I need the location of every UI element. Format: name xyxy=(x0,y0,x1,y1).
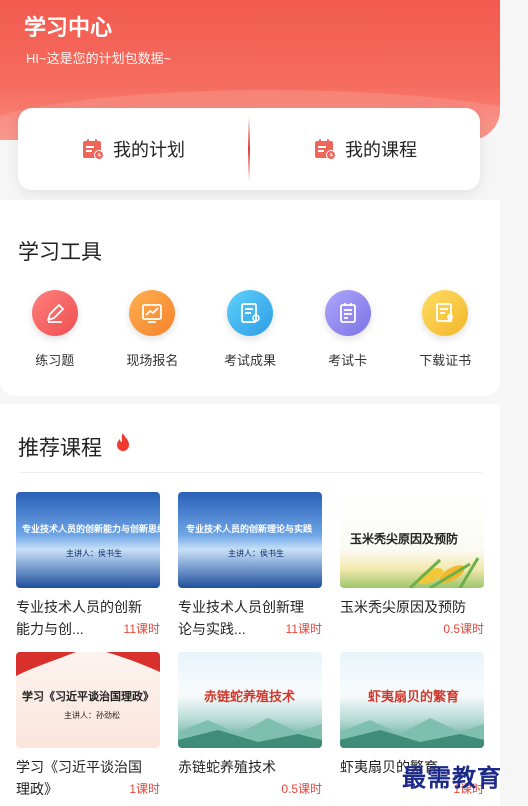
course-title: 专业技术人员的创新 能力与创... 11课时 xyxy=(16,596,160,640)
course-title: 专业技术人员创新理 论与实践... 11课时 xyxy=(178,596,322,640)
tab-my-plan-label: 我的计划 xyxy=(113,140,185,160)
tool-download-certificate-label: 下载证书 xyxy=(419,353,472,368)
course-card[interactable]: 学习《习近平谈治国理政》 主讲人：孙劲松 学习《习近平谈治国 理政》 1课时 xyxy=(16,652,160,800)
corn-illustration xyxy=(408,557,480,588)
course-card[interactable]: 赤链蛇养殖技术 赤链蛇养殖技术 0.5课时 xyxy=(178,652,322,800)
tool-exam-results-label: 考试成果 xyxy=(223,353,276,368)
tool-download-certificate[interactable]: 下载证书 xyxy=(397,290,493,369)
course-title: 玉米秃尖原因及预防 0.5课时 xyxy=(340,596,484,640)
course-thumbnail: 赤链蛇养殖技术 xyxy=(178,652,322,748)
watermark-logo: 最需教育 xyxy=(402,765,502,792)
course-title-line1: 赤链蛇养殖技术 xyxy=(178,759,276,775)
tool-exam-card-label: 考试卡 xyxy=(328,353,368,368)
calendar-icon xyxy=(313,137,337,161)
course-title-line2: 论与实践... xyxy=(178,621,246,637)
course-card[interactable]: 玉米秃尖原因及预防 玉米秃尖原因及预防 0.5课时 xyxy=(340,492,484,640)
tab-my-plan[interactable]: 我的计划 xyxy=(18,108,248,190)
tool-exam-card[interactable]: 考试卡 xyxy=(300,290,396,369)
course-hours: 0.5课时 xyxy=(281,782,322,796)
course-card[interactable]: 专业技术人员的创新能力与创新思维 主讲人：侯书生 专业技术人员的创新 能力与创.… xyxy=(16,492,160,640)
recommended-courses-section: 推荐课程 专业技术人员的创新能力与创新思维 主讲人：侯书生 专业技术人员的创新 … xyxy=(0,404,500,806)
study-tools-section: 学习工具 练习题 现场报名 考试成果 考试卡 下载证书 xyxy=(0,200,500,396)
tool-onsite-registration-label: 现场报名 xyxy=(126,353,179,368)
course-thumbnail: 玉米秃尖原因及预防 xyxy=(340,492,484,588)
course-title: 赤链蛇养殖技术 0.5课时 xyxy=(178,756,322,800)
document-icon xyxy=(226,290,273,336)
chart-icon xyxy=(129,290,176,336)
thumbnail-title: 玉米秃尖原因及预防 xyxy=(350,532,459,546)
course-title-line2: 能力与创... xyxy=(16,621,84,637)
study-tools-title: 学习工具 xyxy=(18,241,102,264)
course-hours: 11课时 xyxy=(123,622,160,636)
thumbnail-title: 专业技术人员的创新理论与实践 xyxy=(186,524,313,534)
course-hours: 1课时 xyxy=(129,782,160,796)
thumbnail-speaker: 主讲人：侯书生 xyxy=(228,549,284,558)
tab-my-courses[interactable]: 我的课程 xyxy=(250,108,480,190)
tab-my-courses-label: 我的课程 xyxy=(345,140,417,160)
plan-course-card: 我的计划 我的课程 xyxy=(18,108,480,190)
course-title-line2: 理政》 xyxy=(16,781,58,797)
page-title: 学习中心 xyxy=(24,15,113,40)
pencil-icon xyxy=(31,290,78,336)
course-title-line1: 玉米秃尖原因及预防 xyxy=(340,599,466,615)
tool-onsite-registration[interactable]: 现场报名 xyxy=(104,290,200,369)
fire-icon xyxy=(116,432,130,457)
thumbnail-title: 赤链蛇养殖技术 xyxy=(204,689,296,704)
section-divider xyxy=(18,472,482,473)
course-thumbnail: 虾夷扇贝的繁育 xyxy=(340,652,484,748)
course-title-line1: 学习《习近平谈治国 xyxy=(16,759,142,775)
certificate-icon xyxy=(422,290,469,336)
course-thumbnail: 学习《习近平谈治国理政》 主讲人：孙劲松 xyxy=(16,652,160,748)
mountain-illustration xyxy=(340,718,484,748)
recommended-courses-title: 推荐课程 xyxy=(18,437,102,460)
red-ribbon-decoration xyxy=(16,652,160,676)
thumbnail-speaker: 主讲人：侯书生 xyxy=(66,549,122,558)
course-hours: 0.5课时 xyxy=(443,622,484,636)
course-hours: 11课时 xyxy=(285,622,322,636)
thumbnail-title: 虾夷扇贝的繁育 xyxy=(368,689,460,704)
study-tools-grid: 练习题 现场报名 考试成果 考试卡 下载证书 xyxy=(0,290,500,369)
tool-exam-results[interactable]: 考试成果 xyxy=(202,290,298,369)
course-card[interactable]: 专业技术人员的创新理论与实践 主讲人：侯书生 专业技术人员创新理 论与实践...… xyxy=(178,492,322,640)
course-title-line1: 专业技术人员创新理 xyxy=(178,599,304,615)
thumbnail-title: 专业技术人员的创新能力与创新思维 xyxy=(22,524,160,534)
tool-practice[interactable]: 练习题 xyxy=(7,290,103,369)
thumbnail-title: 学习《习近平谈治国理政》 xyxy=(22,691,154,703)
calendar-icon xyxy=(81,137,105,161)
card-icon xyxy=(324,290,371,336)
course-title: 学习《习近平谈治国 理政》 1课时 xyxy=(16,756,160,800)
course-thumbnail: 专业技术人员的创新能力与创新思维 主讲人：侯书生 xyxy=(16,492,160,588)
thumbnail-speaker: 主讲人：孙劲松 xyxy=(64,711,120,720)
tool-practice-label: 练习题 xyxy=(35,353,75,368)
course-thumbnail: 专业技术人员的创新理论与实践 主讲人：侯书生 xyxy=(178,492,322,588)
course-title-line1: 专业技术人员的创新 xyxy=(16,599,142,615)
page-subtitle: HI~这是您的计划包数据~ xyxy=(26,51,172,66)
mountain-illustration xyxy=(178,718,322,748)
